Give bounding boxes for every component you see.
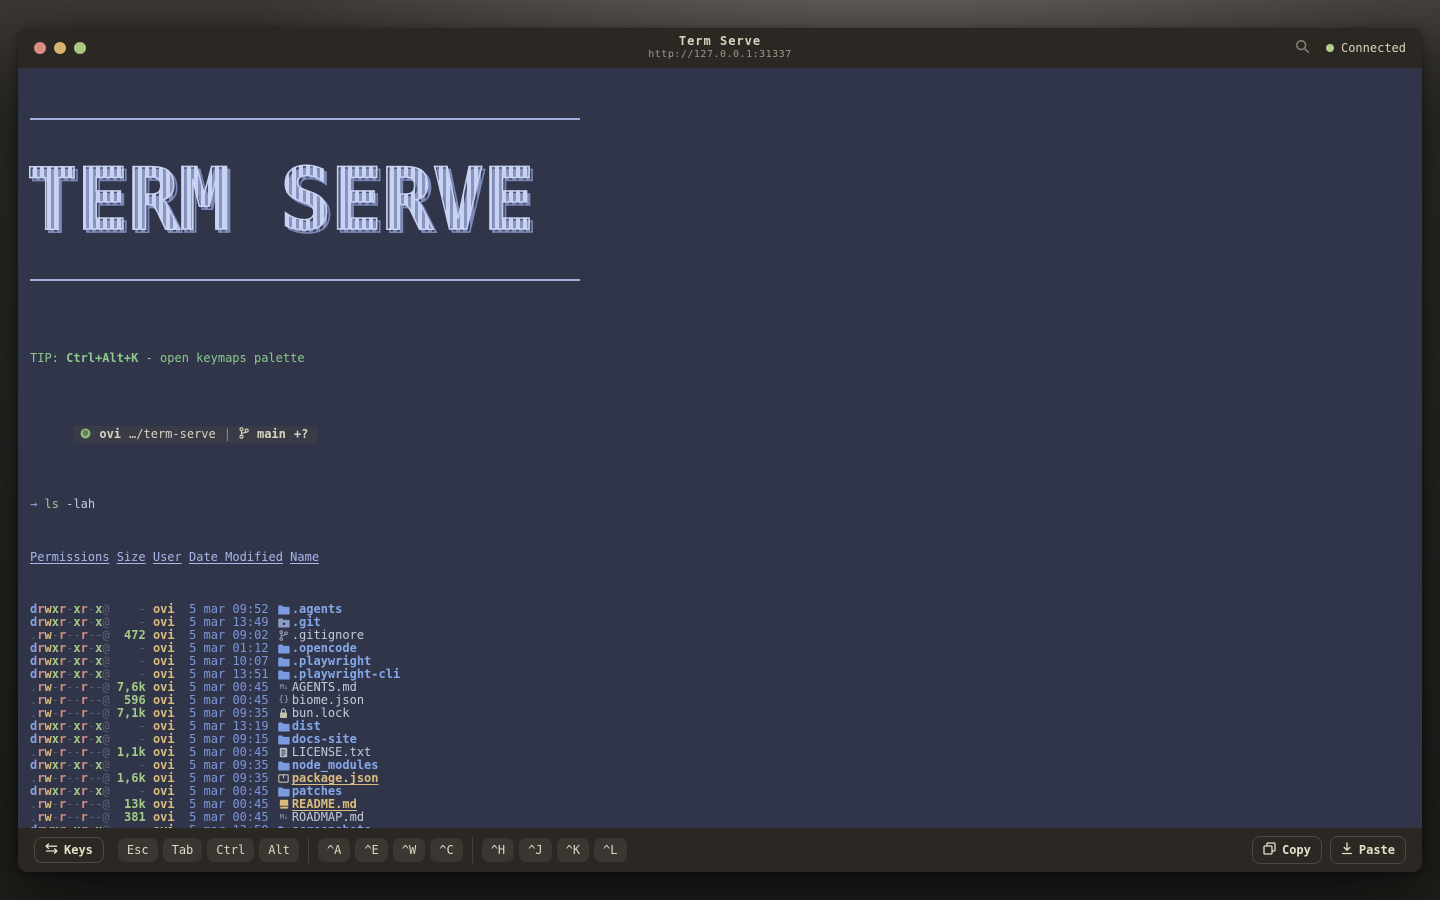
prompt-user: ovi (99, 428, 121, 441)
folder-icon (276, 668, 292, 681)
file-name: AGENTS.md (292, 680, 357, 694)
folder-icon (276, 785, 292, 798)
key-button-alt[interactable]: Alt (259, 838, 299, 862)
file-name: node_modules (292, 758, 379, 772)
window-title: Term Serve (648, 34, 791, 49)
git-folder-icon (276, 616, 292, 629)
file-name: .git (292, 615, 321, 629)
tip-line: TIP: Ctrl+Alt+K - open keymaps palette (30, 352, 1422, 365)
ascii-banner: TERM SERVE (26, 156, 534, 244)
folder-icon (276, 733, 292, 746)
zoom-button[interactable] (74, 42, 86, 54)
banner-rule-bottom (30, 279, 580, 281)
search-icon (1295, 39, 1310, 57)
folder-icon (276, 603, 292, 616)
key-button-tab[interactable]: Tab (163, 838, 203, 862)
connection-status-label: Connected (1341, 41, 1406, 55)
key-button-esc[interactable]: Esc (118, 838, 158, 862)
shell-prompt: ovi …/term-serve | main +? (30, 413, 1422, 456)
file-name: ROADMAP.md (292, 810, 364, 824)
file-name: README.md (292, 797, 357, 811)
listing-header: Permissions Size User Date Modified Name (30, 551, 1422, 564)
file-name: .agents (292, 602, 343, 616)
toolbar-divider (472, 837, 473, 863)
copy-icon (1263, 842, 1276, 858)
key-button-ctrl-w[interactable]: ^W (393, 838, 425, 862)
markdown-icon: M↓ (276, 681, 292, 694)
file-name: LICENSE.txt (292, 745, 371, 759)
server-url: http://127.0.0.1:31337 (648, 49, 791, 62)
window-title-block: Term Serve http://127.0.0.1:31337 (648, 34, 791, 62)
file-listing-rows: drwxr-xr-x@ - ovi 5 mar 09:52 .agentsdrw… (30, 603, 1422, 828)
key-button-ctrl-e[interactable]: ^E (355, 838, 387, 862)
folder-icon (276, 655, 292, 668)
prompt-path: …/term-serve (129, 428, 216, 441)
key-button-ctrl-l[interactable]: ^L (594, 838, 626, 862)
title-bar: Term Serve http://127.0.0.1:31337 Connec… (18, 28, 1422, 68)
connection-status: Connected (1326, 41, 1406, 55)
file-name: .playwright (292, 654, 371, 668)
key-button-ctrl[interactable]: Ctrl (207, 838, 254, 862)
folder-icon (276, 720, 292, 733)
connected-dot-icon (1326, 44, 1334, 52)
file-name: biome.json (292, 693, 364, 707)
folder-icon (276, 759, 292, 772)
os-apple-icon (80, 428, 91, 442)
key-button-ctrl-k[interactable]: ^K (557, 838, 589, 862)
terminal-screen[interactable]: TERM SERVE TIP: Ctrl+Alt+K - open keymap… (18, 68, 1422, 828)
key-button-ctrl-j[interactable]: ^J (519, 838, 551, 862)
file-name: package.json (292, 771, 379, 785)
paste-icon (1341, 842, 1353, 858)
file-name: .gitignore (292, 628, 364, 642)
key-groups: EscTabCtrlAlt ^A^E^W^C ^H^J^K^L (118, 837, 627, 863)
npm-icon (276, 772, 292, 785)
toolbar-divider (308, 837, 309, 863)
close-button[interactable] (34, 42, 46, 54)
copy-button[interactable]: Copy (1252, 836, 1322, 864)
file-name: .opencode (292, 641, 357, 655)
swap-arrows-icon (45, 843, 58, 857)
git-branch-icon (239, 427, 249, 442)
file-name: dist (292, 719, 321, 733)
file-name: docs-site (292, 732, 357, 746)
banner-rule-top (30, 118, 580, 120)
markdown-icon: M↓ (276, 811, 292, 824)
key-button-ctrl-h[interactable]: ^H (482, 838, 514, 862)
app-window: Term Serve http://127.0.0.1:31337 Connec… (18, 28, 1422, 872)
key-button-ctrl-c[interactable]: ^C (430, 838, 462, 862)
bottom-toolbar: Keys EscTabCtrlAlt^A^E^W^C^H^J^K^L Copy … (18, 828, 1422, 872)
tip-hotkey: Ctrl+Alt+K (66, 351, 138, 365)
doc-icon (276, 746, 292, 759)
book-icon (276, 798, 292, 811)
keys-button[interactable]: Keys (34, 837, 104, 863)
json-icon: {} (276, 694, 292, 707)
traffic-lights (34, 42, 648, 54)
prompt-branch: main (257, 428, 286, 441)
prompt-git-status: +? (294, 428, 308, 441)
lock-icon (276, 707, 292, 720)
key-button-ctrl-a[interactable]: ^A (318, 838, 350, 862)
file-name: .playwright-cli (292, 667, 400, 681)
search-button[interactable] (1293, 37, 1312, 59)
paste-button[interactable]: Paste (1330, 836, 1406, 864)
file-name: bun.lock (292, 706, 350, 720)
git-icon (276, 629, 292, 642)
prompt-divider: | (224, 428, 231, 441)
command-line: → ls -lah (30, 498, 1422, 511)
file-name: patches (292, 784, 343, 798)
minimize-button[interactable] (54, 42, 66, 54)
folder-icon (276, 642, 292, 655)
